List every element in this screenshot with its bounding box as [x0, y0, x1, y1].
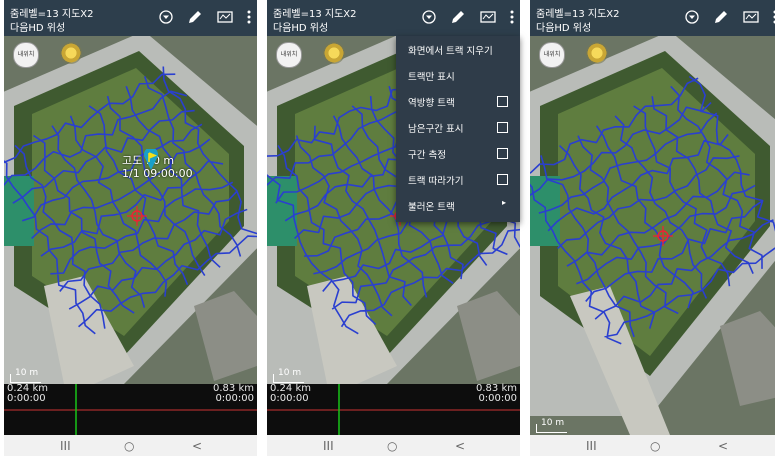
map-icon[interactable]: [217, 10, 233, 24]
phone-panel-1: 줌레벨=13 지도X2 다음HD 위성 고도 : 0 m 1/1 09:00:0…: [4, 0, 257, 456]
menu-item-follow-track[interactable]: 트랙 따라가기: [396, 166, 520, 192]
map-source-text: 다음HD 위성: [273, 23, 329, 34]
my-location-button[interactable]: 내위치: [539, 42, 565, 68]
menu-item-reverse-track[interactable]: 역방향 트랙: [396, 88, 520, 114]
menu-item-label: 트랙 따라가기: [408, 176, 464, 187]
recents-button[interactable]: III: [586, 439, 597, 453]
menu-item-clear-track[interactable]: 화면에서 트랙 지우기: [396, 36, 520, 62]
menu-item-remaining-section[interactable]: 남은구간 표시: [396, 114, 520, 140]
scale-bar: 10 m: [273, 368, 304, 383]
menu-item-section-measure[interactable]: 구간 측정: [396, 140, 520, 166]
checkbox[interactable]: [497, 174, 508, 185]
menu-item-label: 화면에서 트랙 지우기: [408, 46, 493, 57]
graph-left-time: 0:00:00: [7, 393, 46, 404]
track-path: [4, 66, 257, 335]
graph-left-time: 0:00:00: [270, 393, 309, 404]
menu-item-loaded-track[interactable]: 불러온 트랙 ▸: [396, 192, 520, 218]
checkbox[interactable]: [497, 122, 508, 133]
elevation-graph[interactable]: 0.24 km 0:00:00 0.83 km 0:00:00: [4, 384, 257, 435]
dropdown-icon[interactable]: [422, 10, 436, 24]
menu-item-label: 구간 측정: [408, 150, 446, 161]
elevation-graph[interactable]: 0.24 km 0:00:00 0.83 km 0:00:00: [267, 384, 520, 435]
pencil-icon[interactable]: [187, 9, 203, 25]
pencil-icon[interactable]: [713, 9, 729, 25]
graph-right-time: 0:00:00: [478, 393, 517, 404]
home-button[interactable]: ○: [124, 439, 134, 453]
scale-label: 10 m: [541, 418, 565, 428]
overflow-menu-icon[interactable]: [247, 10, 251, 24]
system-nav-bar: III ○ <: [4, 435, 257, 456]
zoom-level-text: 줌레벨=13 지도X2: [10, 9, 94, 20]
scale-label: 10 m: [278, 368, 302, 378]
scale-label: 10 m: [15, 368, 39, 378]
track-path: [530, 75, 775, 345]
back-button[interactable]: <: [192, 439, 202, 453]
back-button[interactable]: <: [455, 439, 465, 453]
menu-item-track-only[interactable]: 트랙만 표시: [396, 62, 520, 88]
top-bar: 줌레벨=13 지도X2 다음HD 위성: [4, 0, 257, 36]
back-button[interactable]: <: [718, 439, 728, 453]
dropdown-icon[interactable]: [159, 10, 173, 24]
dropdown-icon[interactable]: [685, 10, 699, 24]
my-location-button[interactable]: 내위치: [276, 42, 302, 68]
my-location-button[interactable]: 내위치: [13, 42, 39, 68]
phone-panel-3: 줌레벨=13 지도X2 다음HD 위성 내위치 10 m III ○ <: [530, 0, 775, 456]
pencil-icon[interactable]: [450, 9, 466, 25]
recents-button[interactable]: III: [60, 439, 71, 453]
menu-item-label: 역방향 트랙: [408, 98, 455, 109]
map-source-text: 다음HD 위성: [10, 23, 66, 34]
overflow-menu-icon[interactable]: [510, 10, 514, 24]
compass-icon[interactable]: [586, 42, 608, 64]
top-bar: 줌레벨=13 지도X2 다음HD 위성: [267, 0, 520, 36]
graph-right-time: 0:00:00: [215, 393, 254, 404]
scale-bar: 10 m: [536, 418, 567, 433]
satellite-map[interactable]: [530, 36, 775, 435]
home-button[interactable]: ○: [650, 439, 660, 453]
top-bar: 줌레벨=13 지도X2 다음HD 위성: [530, 0, 775, 36]
map-source-text: 다음HD 위성: [536, 23, 592, 34]
menu-item-label: 남은구간 표시: [408, 124, 464, 135]
map-icon[interactable]: [480, 10, 496, 24]
compass-icon[interactable]: [323, 42, 345, 64]
satellite-map[interactable]: 고도 : 0 m 1/1 09:00:00: [4, 36, 257, 384]
system-nav-bar: III ○ <: [267, 435, 520, 456]
home-button[interactable]: ○: [387, 439, 397, 453]
map-icon[interactable]: [743, 10, 759, 24]
scale-bar: 10 m: [10, 368, 41, 383]
checkbox[interactable]: [497, 148, 508, 159]
overflow-menu: 화면에서 트랙 지우기 트랙만 표시 역방향 트랙 남은구간 표시 구간 측정 …: [396, 36, 520, 222]
system-nav-bar: III ○ <: [530, 435, 775, 456]
menu-item-label: 불러온 트랙: [408, 202, 455, 213]
menu-item-label: 트랙만 표시: [408, 72, 455, 83]
recents-button[interactable]: III: [323, 439, 334, 453]
zoom-level-text: 줌레벨=13 지도X2: [273, 9, 357, 20]
checkbox[interactable]: [497, 96, 508, 107]
zoom-level-text: 줌레벨=13 지도X2: [536, 9, 620, 20]
submenu-arrow-icon: ▸: [501, 198, 506, 207]
compass-icon[interactable]: [60, 42, 82, 64]
